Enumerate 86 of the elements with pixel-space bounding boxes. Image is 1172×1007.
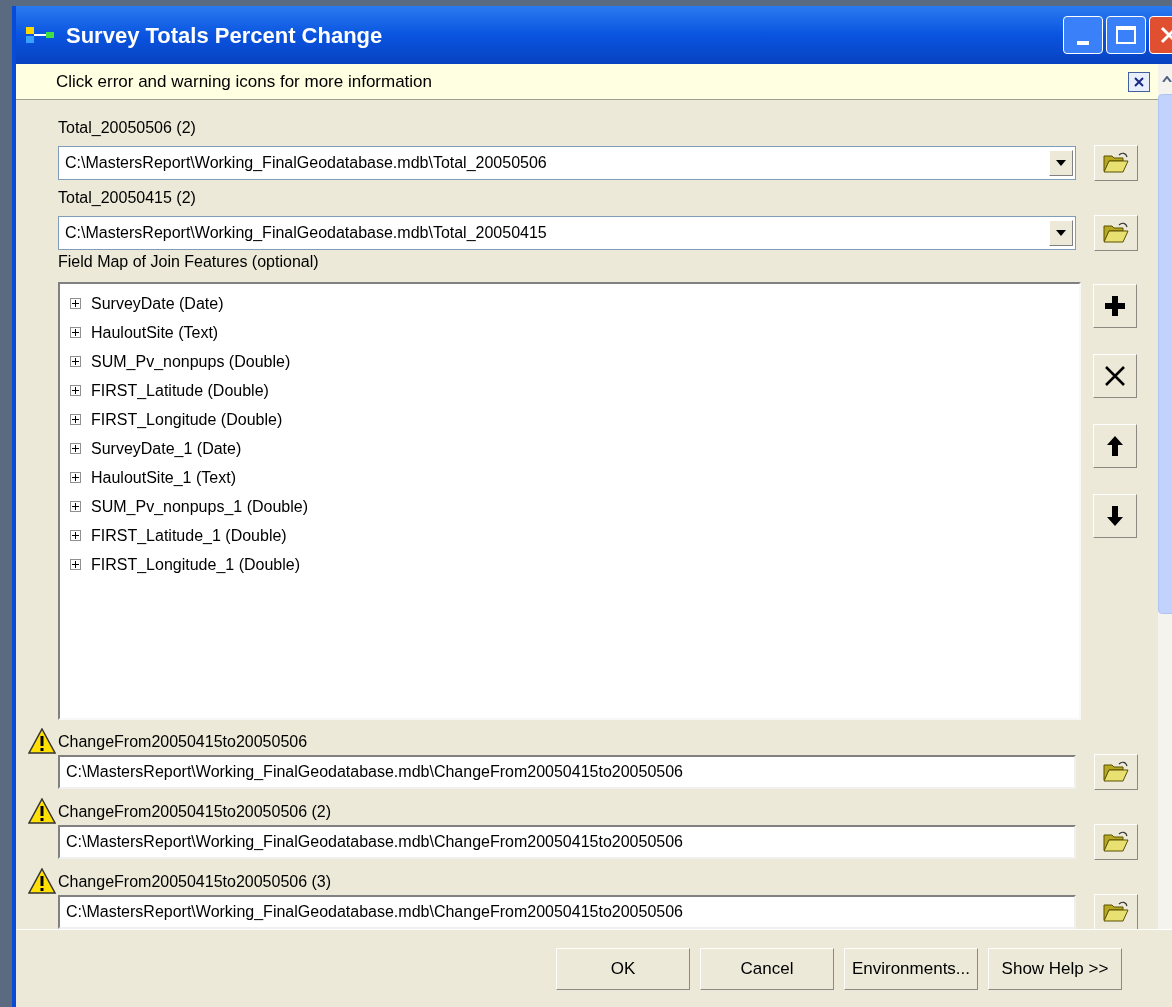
field-map-button[interactable] [1093, 284, 1137, 328]
output-path-field[interactable]: C:\MastersReport\Working_FinalGeodatabase.mdb\ChangeFrom20050415to20050506 [58, 825, 1076, 859]
warning-icon[interactable] [28, 728, 56, 754]
tree-item[interactable]: HauloutSite_1 (Text) [70, 463, 1079, 492]
expand-icon[interactable] [70, 298, 81, 309]
expand-icon[interactable] [70, 385, 81, 396]
dataset-dropdown[interactable]: C:\MastersReport\Working_FinalGeodatabase.mdb\Total_20050506 [58, 146, 1076, 180]
browse-button[interactable] [1094, 894, 1138, 930]
down-arrow-icon [1106, 505, 1124, 527]
field-name: FIRST_Longitude_1 (Double) [91, 554, 300, 575]
up-arrow-icon [1106, 435, 1124, 457]
expand-icon[interactable] [70, 356, 81, 367]
expand-icon[interactable] [70, 472, 81, 483]
browse-button[interactable] [1094, 824, 1138, 860]
tree-item[interactable]: SUM_Pv_nonpups_1 (Double) [70, 492, 1079, 521]
expand-icon[interactable] [70, 443, 81, 454]
dropdown-value: C:\MastersReport\Working_FinalGeodatabase.mdb\Total_20050506 [65, 153, 547, 173]
dropdown-arrow-button[interactable] [1049, 150, 1073, 176]
dataset-dropdown[interactable]: C:\MastersReport\Working_FinalGeodatabase.mdb\Total_20050415 [58, 216, 1076, 250]
scrollbar[interactable] [1158, 64, 1172, 929]
close-info-button[interactable] [1128, 71, 1150, 92]
info-message: Click error and warning icons for more information [56, 70, 433, 93]
plus-icon [1104, 295, 1126, 317]
parameter-label: ChangeFrom20050415to20050506 [58, 732, 308, 752]
field-name: SUM_Pv_nonpups_1 (Double) [91, 496, 308, 517]
expand-icon[interactable] [70, 559, 81, 570]
dropdown-value: C:\MastersReport\Working_FinalGeodatabase.mdb\Total_20050415 [65, 223, 547, 243]
dropdown-arrow-button[interactable] [1049, 220, 1073, 246]
expand-icon[interactable] [70, 501, 81, 512]
parameter-label: Total_20050506 (2) [58, 118, 197, 138]
field-name: SurveyDate_1 (Date) [91, 438, 242, 459]
field-name: HauloutSite (Text) [91, 322, 219, 343]
dialog-button[interactable]: Environments... [844, 947, 978, 990]
expand-icon[interactable] [70, 414, 81, 425]
expand-icon[interactable] [70, 327, 81, 338]
tree-item[interactable]: FIRST_Latitude_1 (Double) [70, 521, 1079, 550]
parameter-label: Total_20050415 (2) [58, 188, 197, 208]
field-name: FIRST_Latitude_1 (Double) [91, 525, 287, 546]
caret-icon [1056, 160, 1066, 166]
field-name: FIRST_Longitude (Double) [91, 409, 283, 430]
warning-icon[interactable] [28, 868, 56, 894]
browse-button[interactable] [1094, 145, 1138, 181]
field-value: C:\MastersReport\Working_FinalGeodatabase.mdb\ChangeFrom20050415to20050506 [66, 762, 683, 782]
caret-icon [1056, 230, 1066, 236]
tree-item[interactable]: SurveyDate_1 (Date) [70, 434, 1079, 463]
tree-item[interactable]: SurveyDate (Date) [70, 289, 1079, 318]
open-folder-icon [1103, 831, 1129, 853]
output-path-field[interactable]: C:\MastersReport\Working_FinalGeodatabase.mdb\ChangeFrom20050415to20050506 [58, 895, 1076, 929]
browse-button[interactable] [1094, 754, 1138, 790]
field-name: SurveyDate (Date) [91, 293, 224, 314]
open-folder-icon [1103, 761, 1129, 783]
dialog-button[interactable]: Cancel [700, 947, 834, 990]
open-folder-icon [1103, 222, 1129, 244]
output-path-field[interactable]: C:\MastersReport\Working_FinalGeodatabase.mdb\ChangeFrom20050415to20050506 [58, 755, 1076, 789]
maximize-button[interactable] [1106, 16, 1146, 54]
tree-item[interactable]: FIRST_Latitude (Double) [70, 376, 1079, 405]
open-folder-icon [1103, 152, 1129, 174]
field-map-button[interactable] [1093, 494, 1137, 538]
warning-icon[interactable] [28, 798, 56, 824]
parameter-label: ChangeFrom20050415to20050506 (2) [58, 802, 332, 822]
parameter-label: Field Map of Join Features (optional) [58, 252, 320, 272]
field-map-button[interactable] [1093, 354, 1137, 398]
field-name: SUM_Pv_nonpups (Double) [91, 351, 291, 372]
parameter-label: ChangeFrom20050415to20050506 (3) [58, 872, 332, 892]
x-icon [1104, 365, 1126, 387]
dialog-button[interactable]: OK [556, 947, 690, 990]
dialog-button[interactable]: Show Help >> [988, 947, 1122, 990]
tree-item[interactable]: SUM_Pv_nonpups (Double) [70, 347, 1079, 376]
close-icon [1134, 76, 1144, 87]
minimize-button[interactable] [1063, 16, 1103, 54]
open-folder-icon [1103, 901, 1129, 923]
window-title: Survey Totals Percent Change [66, 21, 383, 50]
minimize-icon [1077, 41, 1089, 45]
scroll-thumb[interactable] [1158, 94, 1172, 614]
tree-item[interactable]: FIRST_Longitude (Double) [70, 405, 1079, 434]
scroll-up-icon [1162, 76, 1172, 82]
maximize-icon [1116, 26, 1136, 44]
tree-item[interactable]: FIRST_Longitude_1 (Double) [70, 550, 1079, 579]
field-name: HauloutSite_1 (Text) [91, 467, 236, 488]
expand-icon[interactable] [70, 530, 81, 541]
field-map-button[interactable] [1093, 424, 1137, 468]
field-name: FIRST_Latitude (Double) [91, 380, 269, 401]
field-value: C:\MastersReport\Working_FinalGeodatabase.mdb\ChangeFrom20050415to20050506 [66, 902, 683, 922]
field-value: C:\MastersReport\Working_FinalGeodatabase.mdb\ChangeFrom20050415to20050506 [66, 832, 683, 852]
tree-item[interactable]: HauloutSite (Text) [70, 318, 1079, 347]
browse-button[interactable] [1094, 215, 1138, 251]
